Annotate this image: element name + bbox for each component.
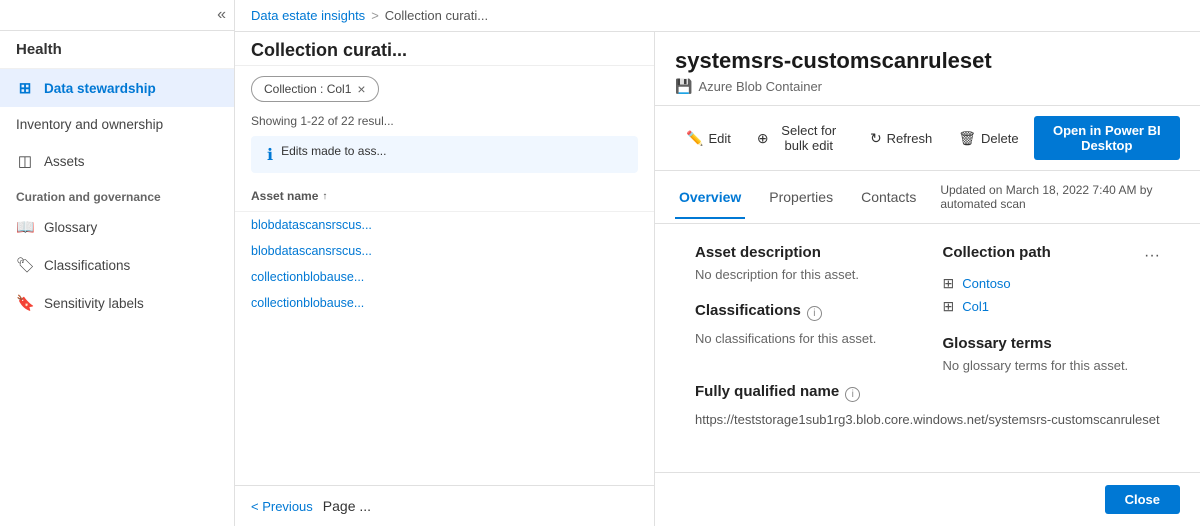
collection-path-col1: ⊞ Col1	[943, 298, 1161, 315]
close-button[interactable]: Close	[1105, 485, 1180, 514]
list-item: blobdatascansrscus...	[235, 212, 654, 238]
assets-icon: ◫	[16, 152, 34, 170]
sidebar-item-inventory[interactable]: Inventory and ownership	[0, 107, 234, 142]
tabs: Overview Properties Contacts Updated on …	[655, 171, 1200, 224]
sidebar-item-classifications[interactable]: 🏷 Classifications	[0, 246, 234, 284]
asset-description-value: No description for this asset.	[695, 267, 913, 282]
right-column: Collection path ··· ⊞ Contoso ⊞ Col1	[943, 244, 1161, 373]
classifications-title-row: Classifications i	[695, 302, 913, 325]
asset-description-title: Asset description	[695, 244, 913, 261]
book-icon: 📖	[16, 218, 34, 236]
list-item: collectionblobause...	[235, 290, 654, 316]
asset-link[interactable]: collectionblobause...	[251, 270, 611, 284]
middle-content: Collection curati... Collection : Col1 ×…	[235, 32, 1200, 526]
contoso-link[interactable]: Contoso	[962, 276, 1010, 291]
edit-icon: ✏️	[686, 130, 703, 147]
blob-icon: 💾	[675, 78, 692, 95]
edit-button[interactable]: ✏️ Edit	[675, 124, 742, 153]
sidebar-collapse-button[interactable]: «	[217, 6, 226, 24]
delete-button[interactable]: 🗑 Delete	[947, 124, 1029, 153]
breadcrumb: Data estate insights > Collection curati…	[235, 0, 1200, 32]
glossary-terms-value: No glossary terms for this asset.	[943, 358, 1161, 373]
refresh-button[interactable]: ↻ Refresh	[859, 124, 943, 153]
pagination: < Previous Page ...	[235, 485, 654, 526]
tab-overview[interactable]: Overview	[675, 177, 745, 219]
info-bar: ℹ Edits made to ass...	[251, 136, 638, 173]
asset-link[interactable]: blobdatascansrscus...	[251, 244, 611, 258]
info-icon: ℹ	[267, 145, 273, 165]
sidebar-item-assets[interactable]: ◫ Assets	[0, 142, 234, 180]
sidebar-item-data-stewardship[interactable]: ⊞ Data stewardship	[0, 69, 234, 107]
classifications-section: Classifications i No classifications for…	[695, 302, 913, 346]
list-bottom: < Previous Page ...	[235, 485, 654, 526]
fqn-section: Fully qualified name i https://teststora…	[675, 383, 1180, 447]
collection-path-section: Collection path ··· ⊞ Contoso ⊞ Col1	[943, 244, 1161, 315]
classifications-title: Classifications	[695, 302, 801, 319]
sidebar-item-glossary[interactable]: 📖 Glossary	[0, 208, 234, 246]
label-icon: 🔖	[16, 294, 34, 312]
plus-circle-icon: ⊕	[757, 130, 769, 147]
sidebar-collapse-area: «	[0, 0, 234, 31]
filter-bar: Collection : Col1 ×	[235, 66, 654, 112]
fqn-value: https://teststorage1sub1rg3.blob.core.wi…	[695, 412, 1160, 427]
breadcrumb-item1[interactable]: Data estate insights	[251, 8, 365, 23]
results-count: Showing 1-22 of 22 resul...	[235, 112, 654, 136]
detail-bottom: Close	[655, 472, 1200, 526]
content-grid: Asset description No description for thi…	[675, 224, 1180, 383]
asset-subtitle: 💾 Azure Blob Container	[675, 78, 1180, 95]
classifications-value: No classifications for this asset.	[695, 331, 913, 346]
main-content: Data estate insights > Collection curati…	[235, 0, 1200, 526]
sidebar-health-label: Health	[0, 31, 234, 69]
left-column: Asset description No description for thi…	[695, 244, 913, 373]
sidebar: « Health ⊞ Data stewardship Inventory an…	[0, 0, 235, 526]
col1-link[interactable]: Col1	[962, 299, 989, 314]
list-panel: Collection curati... Collection : Col1 ×…	[235, 32, 655, 526]
asset-list: blobdatascansrscus... blobdatascansrscus…	[235, 212, 654, 316]
sidebar-item-sensitivity-labels[interactable]: 🔖 Sensitivity labels	[0, 284, 234, 322]
detail-panel: systemsrs-customscanruleset 💾 Azure Blob…	[655, 32, 1200, 526]
asset-name-column[interactable]: Asset name ↑	[251, 189, 638, 203]
page-info: Page ...	[323, 498, 371, 514]
glossary-terms-title: Glossary terms	[943, 335, 1161, 352]
glossary-terms-section: Glossary terms No glossary terms for thi…	[943, 335, 1161, 373]
open-power-bi-button[interactable]: Open in Power BI Desktop	[1034, 116, 1180, 160]
asset-title: systemsrs-customscanruleset	[675, 48, 1180, 74]
tag-icon: 🏷	[16, 256, 34, 274]
collection-icon-contoso: ⊞	[943, 275, 955, 292]
asset-link[interactable]: blobdatascansrscus...	[251, 218, 611, 232]
toolbar: ✏️ Edit ⊕ Select for bulk edit ↻ Refresh…	[655, 106, 1200, 171]
trash-icon: 🗑	[958, 130, 976, 147]
list-item: blobdatascansrscus...	[235, 238, 654, 264]
asset-header: systemsrs-customscanruleset 💾 Azure Blob…	[655, 32, 1200, 106]
refresh-icon: ↻	[870, 130, 882, 147]
filter-tag[interactable]: Collection : Col1 ×	[251, 76, 379, 102]
grid-icon: ⊞	[16, 79, 34, 97]
tab-properties[interactable]: Properties	[765, 177, 837, 219]
detail-content: Asset description No description for thi…	[655, 224, 1200, 472]
fqn-title-row: Fully qualified name i	[695, 383, 1160, 406]
collection-icon-col1: ⊞	[943, 298, 955, 315]
bulk-edit-button[interactable]: ⊕ Select for bulk edit	[746, 117, 855, 159]
previous-button[interactable]: < Previous	[251, 499, 313, 514]
filter-tag-close[interactable]: ×	[357, 81, 365, 97]
collection-path-title: Collection path	[943, 244, 1051, 261]
asset-description-section: Asset description No description for thi…	[695, 244, 913, 282]
fqn-title: Fully qualified name	[695, 383, 839, 400]
list-item: collectionblobause...	[235, 264, 654, 290]
asset-list-header: Asset name ↑	[235, 181, 654, 212]
breadcrumb-separator: >	[371, 8, 379, 23]
classifications-info-icon[interactable]: i	[807, 306, 822, 321]
breadcrumb-item2: Collection curati...	[385, 8, 488, 23]
tab-contacts[interactable]: Contacts	[857, 177, 920, 219]
sort-arrow-icon: ↑	[322, 191, 327, 202]
collection-title: Collection curati...	[235, 32, 654, 66]
collection-path-header: Collection path ···	[943, 244, 1161, 267]
fqn-info-icon[interactable]: i	[845, 387, 860, 402]
tab-meta-updated: Updated on March 18, 2022 7:40 AM by aut…	[940, 171, 1180, 223]
collection-path-more-button[interactable]: ···	[1144, 247, 1160, 265]
asset-link[interactable]: collectionblobause...	[251, 296, 611, 310]
curation-section-label: Curation and governance	[0, 180, 234, 208]
collection-path-contoso: ⊞ Contoso	[943, 275, 1161, 292]
